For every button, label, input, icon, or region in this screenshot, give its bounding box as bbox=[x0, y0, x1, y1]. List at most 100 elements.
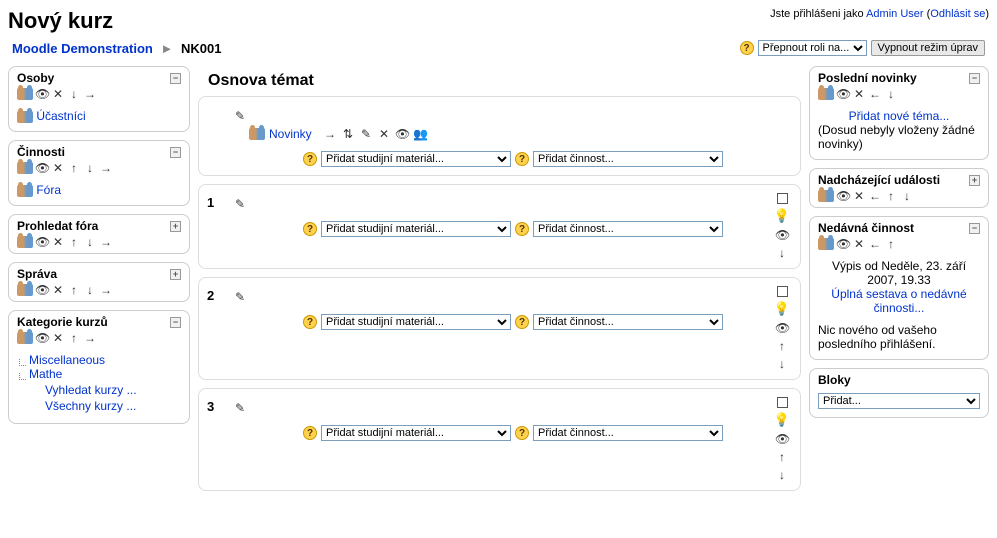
edit-icon[interactable]: ✎ bbox=[233, 290, 247, 304]
participants-link[interactable]: Účastníci bbox=[36, 109, 85, 123]
move-down-icon[interactable]: ↓ bbox=[775, 357, 789, 371]
eye-icon[interactable]: 👁 bbox=[836, 237, 850, 251]
roles-icon[interactable]: 👥 bbox=[413, 127, 427, 141]
lightbulb-icon[interactable]: 💡 bbox=[774, 208, 790, 224]
eye-icon[interactable]: 👁 bbox=[836, 87, 850, 101]
move-down-icon[interactable]: ↓ bbox=[67, 87, 81, 101]
move-down-icon[interactable]: ↓ bbox=[900, 189, 914, 203]
eye-icon[interactable]: 👁 bbox=[35, 331, 49, 345]
collapse-icon[interactable]: − bbox=[969, 223, 980, 234]
roles-icon[interactable] bbox=[818, 88, 834, 100]
move-down-icon[interactable]: ↓ bbox=[83, 283, 97, 297]
highlight-box-icon[interactable] bbox=[777, 397, 788, 408]
eye-icon[interactable]: 👁 bbox=[775, 228, 789, 242]
move-left-icon[interactable]: ← bbox=[868, 189, 882, 203]
add-resource-select[interactable]: Přidat studijní materiál... bbox=[321, 425, 511, 441]
move-right-icon[interactable]: → bbox=[99, 283, 113, 297]
help-icon[interactable]: ? bbox=[515, 315, 529, 329]
help-icon[interactable]: ? bbox=[515, 426, 529, 440]
delete-icon[interactable]: ✕ bbox=[51, 161, 65, 175]
collapse-icon[interactable]: − bbox=[969, 73, 980, 84]
edit-icon[interactable]: ✎ bbox=[233, 197, 247, 211]
move-up-icon[interactable]: ↑ bbox=[775, 339, 789, 353]
move-down-icon[interactable]: ↓ bbox=[775, 246, 789, 260]
activity-report-link[interactable]: Úplná sestava o nedávné činnosti... bbox=[831, 287, 966, 315]
forums-link[interactable]: Fóra bbox=[36, 183, 61, 197]
delete-icon[interactable]: ✕ bbox=[51, 87, 65, 101]
edit-icon[interactable]: ✎ bbox=[233, 109, 247, 123]
add-activity-select[interactable]: Přidat činnost... bbox=[533, 425, 723, 441]
user-link[interactable]: Admin User bbox=[866, 8, 923, 20]
toggle-editing-button[interactable] bbox=[871, 40, 985, 56]
move-up-icon[interactable]: ↑ bbox=[67, 235, 81, 249]
edit-icon[interactable]: ✎ bbox=[233, 401, 247, 415]
move-down-icon[interactable]: ↓ bbox=[83, 161, 97, 175]
add-activity-select[interactable]: Přidat činnost... bbox=[533, 221, 723, 237]
role-switch-select[interactable]: Přepnout roli na... bbox=[758, 40, 867, 56]
collapse-icon[interactable]: − bbox=[170, 147, 181, 158]
search-courses-link[interactable]: Vyhledat kurzy ... bbox=[45, 383, 137, 397]
category-link[interactable]: Mathe bbox=[29, 367, 62, 381]
help-icon[interactable]: ? bbox=[303, 152, 317, 166]
eye-icon[interactable]: 👁 bbox=[35, 161, 49, 175]
move-right-icon[interactable]: → bbox=[83, 331, 97, 345]
move-up-icon[interactable]: ↑ bbox=[775, 450, 789, 464]
logout-link[interactable]: Odhlásit se bbox=[930, 8, 985, 20]
help-icon[interactable]: ? bbox=[740, 41, 754, 55]
move-up-icon[interactable]: ↑ bbox=[884, 189, 898, 203]
add-topic-link[interactable]: Přidat nové téma... bbox=[849, 109, 950, 123]
eye-icon[interactable]: 👁 bbox=[35, 283, 49, 297]
all-courses-link[interactable]: Všechny kurzy ... bbox=[45, 399, 136, 413]
delete-icon[interactable]: ✕ bbox=[51, 235, 65, 249]
roles-icon[interactable] bbox=[17, 88, 33, 100]
add-activity-select[interactable]: Přidat činnost... bbox=[533, 314, 723, 330]
eye-icon[interactable]: 👁 bbox=[775, 321, 789, 335]
eye-icon[interactable]: 👁 bbox=[395, 127, 409, 141]
roles-icon[interactable] bbox=[17, 332, 33, 344]
eye-icon[interactable]: 👁 bbox=[35, 235, 49, 249]
collapse-icon[interactable]: − bbox=[170, 73, 181, 84]
move-down-icon[interactable]: ↓ bbox=[775, 468, 789, 482]
move-up-icon[interactable]: ↑ bbox=[67, 283, 81, 297]
add-resource-select[interactable]: Přidat studijní materiál... bbox=[321, 151, 511, 167]
help-icon[interactable]: ? bbox=[303, 426, 317, 440]
expand-icon[interactable]: + bbox=[969, 175, 980, 186]
add-resource-select[interactable]: Přidat studijní materiál... bbox=[321, 221, 511, 237]
move-left-icon[interactable]: ← bbox=[868, 87, 882, 101]
delete-icon[interactable]: ✕ bbox=[852, 237, 866, 251]
news-forum-link[interactable]: Novinky bbox=[269, 127, 312, 141]
move-right-icon[interactable]: → bbox=[99, 161, 113, 175]
delete-icon[interactable]: ✕ bbox=[51, 283, 65, 297]
add-activity-select[interactable]: Přidat činnost... bbox=[533, 151, 723, 167]
delete-icon[interactable]: ✕ bbox=[377, 127, 391, 141]
move-right-icon[interactable]: → bbox=[323, 127, 337, 141]
roles-icon[interactable] bbox=[818, 238, 834, 250]
highlight-box-icon[interactable] bbox=[777, 193, 788, 204]
move-icon[interactable]: ⇅ bbox=[341, 127, 355, 141]
eye-icon[interactable]: 👁 bbox=[836, 189, 850, 203]
eye-icon[interactable]: 👁 bbox=[775, 432, 789, 446]
collapse-icon[interactable]: − bbox=[170, 317, 181, 328]
move-down-icon[interactable]: ↓ bbox=[884, 87, 898, 101]
roles-icon[interactable] bbox=[17, 236, 33, 248]
move-up-icon[interactable]: ↑ bbox=[67, 161, 81, 175]
roles-icon[interactable] bbox=[17, 284, 33, 296]
move-right-icon[interactable]: → bbox=[83, 87, 97, 101]
move-up-icon[interactable]: ↑ bbox=[67, 331, 81, 345]
expand-icon[interactable]: + bbox=[170, 221, 181, 232]
roles-icon[interactable] bbox=[818, 190, 834, 202]
lightbulb-icon[interactable]: 💡 bbox=[774, 412, 790, 428]
delete-icon[interactable]: ✕ bbox=[852, 189, 866, 203]
expand-icon[interactable]: + bbox=[170, 269, 181, 280]
highlight-box-icon[interactable] bbox=[777, 286, 788, 297]
move-down-icon[interactable]: ↓ bbox=[83, 235, 97, 249]
add-block-select[interactable]: Přidat... bbox=[818, 393, 980, 409]
lightbulb-icon[interactable]: 💡 bbox=[774, 301, 790, 317]
move-left-icon[interactable]: ← bbox=[868, 237, 882, 251]
delete-icon[interactable]: ✕ bbox=[51, 331, 65, 345]
move-right-icon[interactable]: → bbox=[99, 235, 113, 249]
help-icon[interactable]: ? bbox=[515, 222, 529, 236]
add-resource-select[interactable]: Přidat studijní materiál... bbox=[321, 314, 511, 330]
roles-icon[interactable] bbox=[17, 162, 33, 174]
help-icon[interactable]: ? bbox=[515, 152, 529, 166]
